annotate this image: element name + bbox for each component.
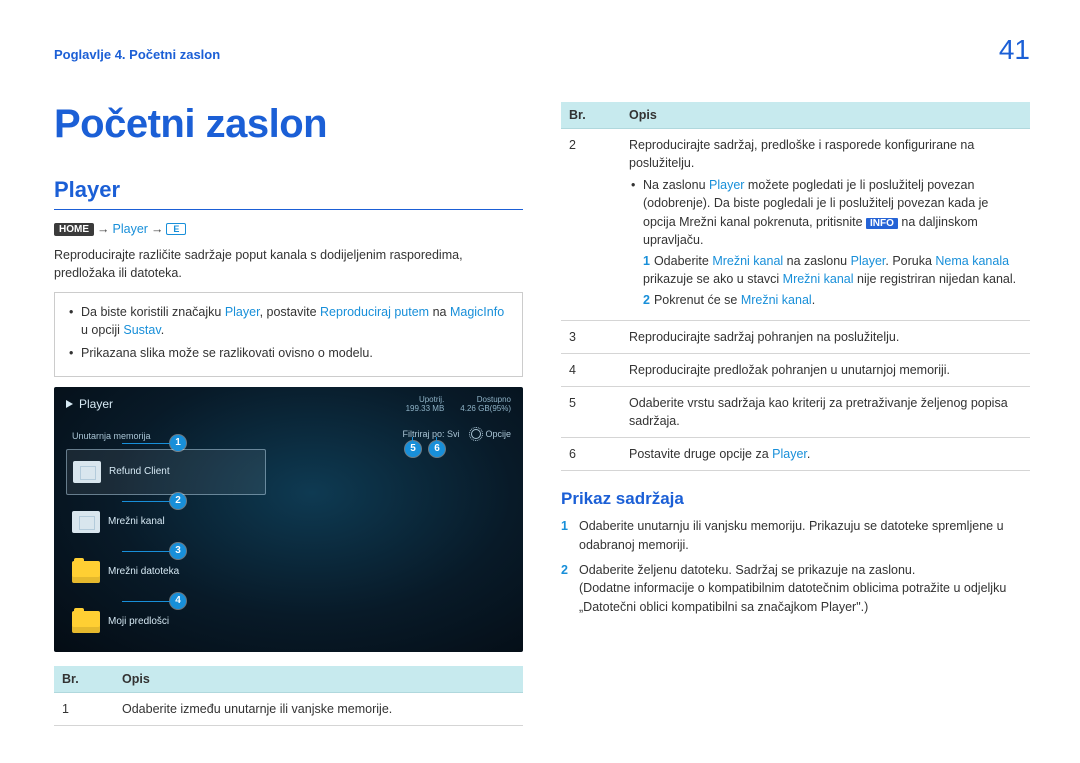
page-number: 41 [999, 34, 1030, 66]
table-header: Opis [621, 102, 1030, 129]
sidebar-item[interactable]: Mrežni kanal [66, 499, 266, 545]
table-row: 2 Reproducirajte sadržaj, predloške i ra… [561, 129, 1030, 321]
table-header: Br. [561, 102, 621, 129]
home-badge: HOME [54, 223, 94, 236]
callout-marker: 1 [170, 435, 186, 451]
calendar-icon [72, 511, 100, 533]
gear-icon [471, 429, 481, 439]
callout-marker: 3 [170, 543, 186, 559]
table-row: 5Odaberite vrstu sadržaja kao kriterij z… [561, 386, 1030, 437]
shot-title: Player [66, 397, 113, 411]
note-item: Prikazana slika može se razlikovati ovis… [67, 344, 510, 362]
note-box: Da biste koristili značajku Player, post… [54, 292, 523, 376]
page-title: Početni zaslon [54, 102, 523, 147]
sub-bullet: Na zaslonu Player možete pogledati je li… [643, 176, 1022, 249]
calendar-icon [73, 461, 101, 483]
list-item: 1 Odaberite unutarnju ili vanjsku memori… [561, 517, 1030, 555]
callout-marker: 2 [170, 493, 186, 509]
sidebar-item[interactable]: Refund Client [66, 449, 266, 495]
arrow-icon: → [151, 222, 164, 236]
divider [54, 209, 523, 210]
table-row: 4Reproducirajte predložak pohranjen u un… [561, 353, 1030, 386]
sidebar-item[interactable]: Mrežni datoteka [66, 549, 266, 595]
section-heading: Player [54, 177, 523, 203]
shot-stats: Upotrij.199.33 MB Dostupno4.26 GB(95%) [406, 395, 511, 413]
folder-icon [72, 611, 100, 633]
callout-marker: 5 [405, 441, 421, 457]
sub-step: 2Pokrenut će se Mrežni kanal. [643, 291, 1022, 309]
arrow-icon: → [97, 222, 110, 236]
table-row: 3Reproducirajte sadržaj pohranjen na pos… [561, 320, 1030, 353]
subsection-heading: Prikaz sadržaja [561, 489, 1030, 509]
play-icon [66, 400, 73, 408]
description-table-left: Br. Opis 1 Odaberite između unutarnje il… [54, 666, 523, 726]
intro-text: Reproducirajte različite sadržaje poput … [54, 246, 523, 282]
enter-icon: E [166, 223, 186, 235]
table-row: 6Postavite druge opcije za Player. [561, 438, 1030, 471]
table-header: Br. [54, 666, 114, 693]
player-screenshot: Player Upotrij.199.33 MB Dostupno4.26 GB… [54, 387, 523, 652]
chapter-label: Poglavlje 4. Početni zaslon [54, 47, 220, 62]
note-item: Da biste koristili značajku Player, post… [67, 303, 510, 339]
sidebar-label: Unutarnja memorija [72, 431, 266, 441]
callout-marker: 4 [170, 593, 186, 609]
folder-icon [72, 561, 100, 583]
options-button[interactable]: Opcije [471, 429, 511, 439]
table-header: Opis [114, 666, 523, 693]
sidebar-item[interactable]: Moji predlošci [66, 599, 266, 645]
sub-step: 1Odaberite Mrežni kanal na zaslonu Playe… [643, 252, 1022, 288]
table-row: 1 Odaberite između unutarnje ili vanjske… [54, 692, 523, 725]
info-badge: INFO [866, 218, 898, 229]
breadcrumb-link: Player [113, 222, 148, 236]
list-item: 2 Odaberite željenu datoteku. Sadržaj se… [561, 561, 1030, 617]
callout-marker: 6 [429, 441, 445, 457]
breadcrumb: HOME → Player → E [54, 222, 523, 236]
description-table-right: Br. Opis 2 Reproducirajte sadržaj, predl… [561, 102, 1030, 471]
